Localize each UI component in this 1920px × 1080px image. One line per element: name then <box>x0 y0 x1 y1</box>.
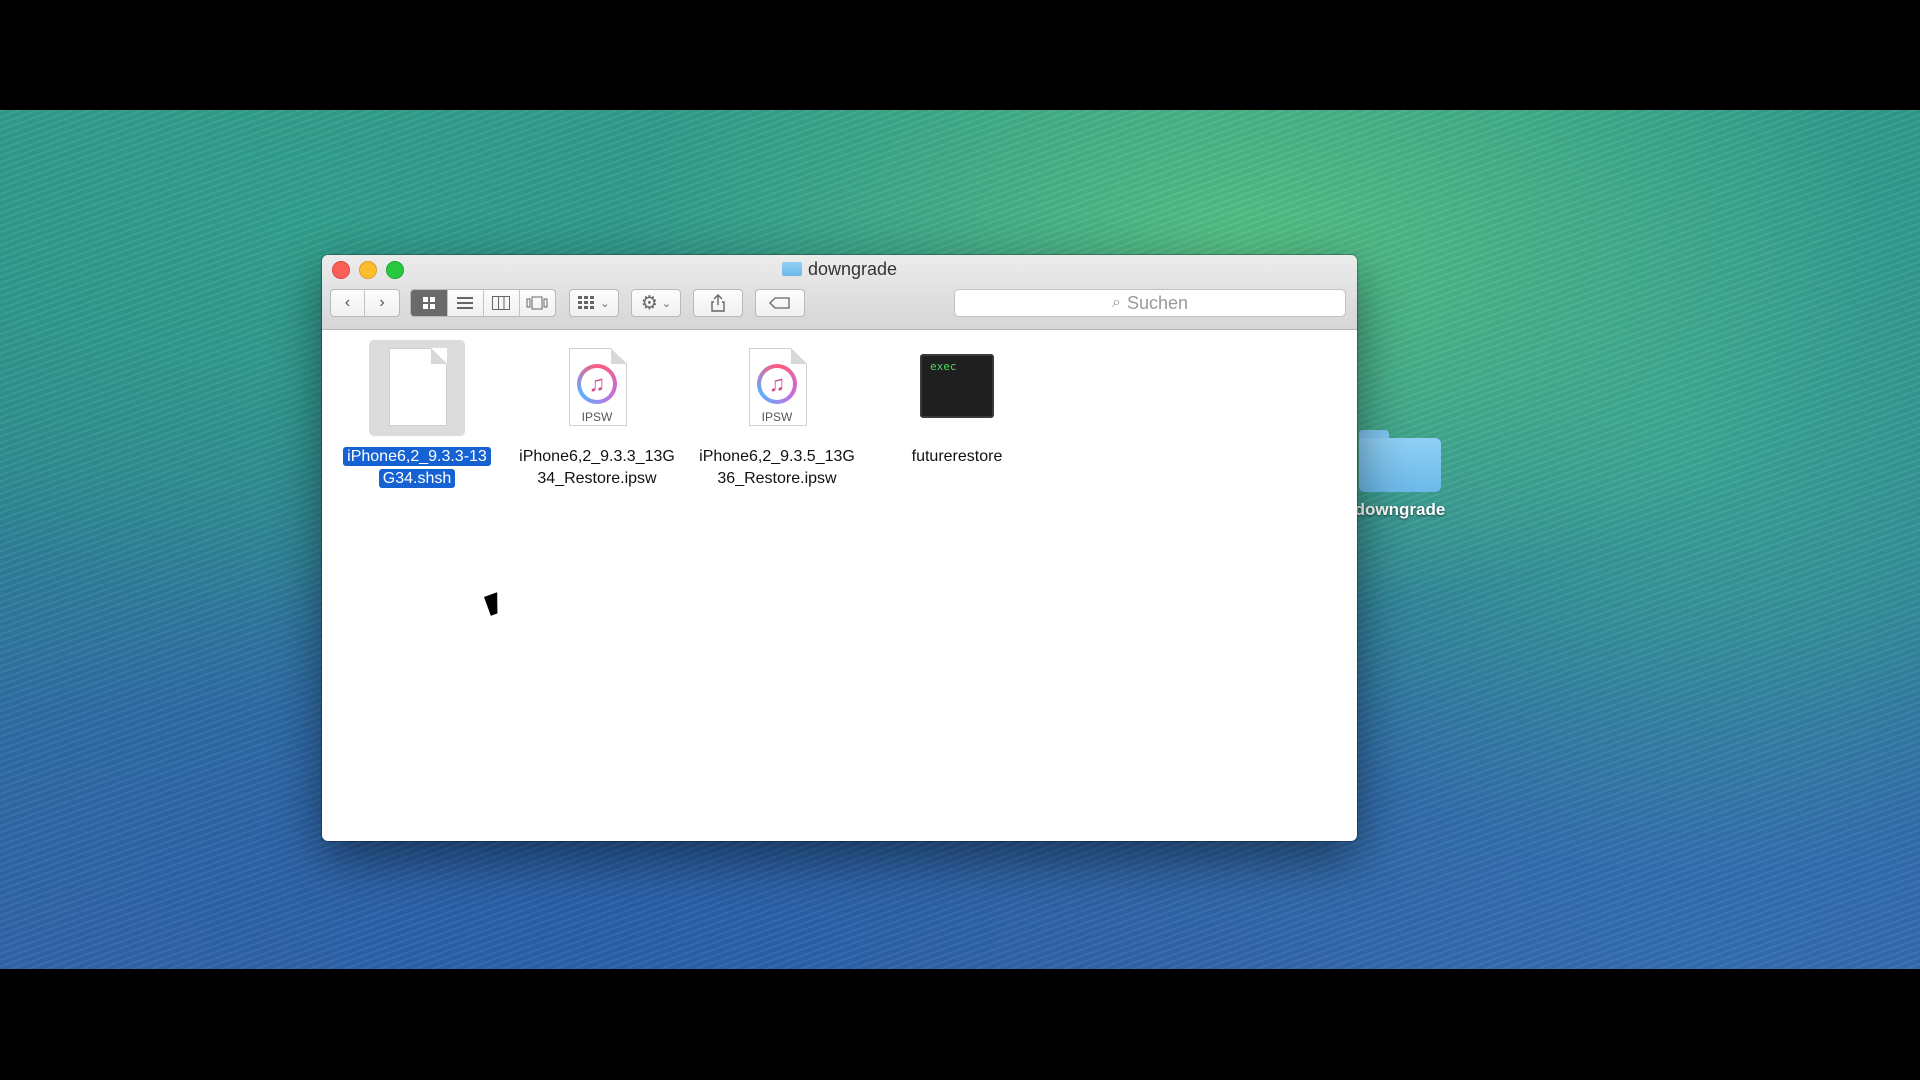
list-view-button[interactable] <box>448 290 484 316</box>
ipsw-file-icon: ♫ IPSW <box>549 340 645 436</box>
tag-icon <box>769 297 790 309</box>
search-field[interactable]: ⌕ Suchen <box>954 289 1346 317</box>
chevron-left-icon: ‹ <box>344 294 351 311</box>
arrange-button[interactable]: ⌄ <box>569 289 619 317</box>
file-name: iPhone6,2_9.3.3_13G34_Restore.ipsw <box>519 448 675 487</box>
list-view-icon <box>457 297 474 309</box>
file-name: iPhone6,2_9.3.5_13G36_Restore.ipsw <box>699 448 855 487</box>
title-toolbar: downgrade ‹ › ⌄ ⚙ ⌄ ⌕ Suchen <box>322 255 1357 330</box>
folder-icon <box>1359 430 1441 492</box>
icon-view-icon <box>422 297 435 309</box>
action-button[interactable]: ⚙ ⌄ <box>631 289 681 317</box>
ipsw-badge: IPSW <box>581 410 613 424</box>
ipsw-badge: IPSW <box>761 410 793 424</box>
letterbox-bottom <box>0 969 1920 1080</box>
share-icon <box>711 294 725 312</box>
icon-view-button[interactable] <box>411 290 448 316</box>
letterbox-top <box>0 0 1920 110</box>
back-forward-control: ‹ › <box>330 289 400 317</box>
view-mode-control <box>410 289 556 317</box>
column-view-button[interactable] <box>484 290 520 316</box>
chevron-down-icon: ⌄ <box>600 297 610 310</box>
file-item[interactable]: exec futurerestore <box>873 340 1041 468</box>
file-name: iPhone6,2_9.3.3-13G34.shsh <box>343 447 491 488</box>
file-area: iPhone6,2_9.3.3-13G34.shsh ♫ IPSW iPhone… <box>322 330 1357 841</box>
window-title: downgrade <box>322 259 1357 280</box>
ipsw-file-icon: ♫ IPSW <box>729 340 825 436</box>
back-button[interactable]: ‹ <box>331 290 366 316</box>
chevron-down-icon: ⌄ <box>661 297 672 310</box>
window-title-text: downgrade <box>807 259 898 279</box>
document-icon <box>369 340 465 436</box>
folder-icon <box>781 262 802 276</box>
column-view-icon <box>492 296 511 310</box>
finder-window: downgrade ‹ › ⌄ ⚙ ⌄ ⌕ Suchen iPhone6,2_9… <box>322 255 1357 841</box>
file-item[interactable]: ♫ IPSW iPhone6,2_9.3.3_13G34_Restore.ips… <box>513 340 681 490</box>
chevron-right-icon: › <box>379 294 385 311</box>
desktop-folder-downgrade[interactable]: downgrade <box>1350 430 1450 520</box>
file-item[interactable]: iPhone6,2_9.3.3-13G34.shsh <box>333 340 501 490</box>
file-item[interactable]: ♫ IPSW iPhone6,2_9.3.5_13G36_Restore.ips… <box>693 340 861 490</box>
search-placeholder: Suchen <box>1126 292 1189 313</box>
search-icon: ⌕ <box>1111 294 1121 311</box>
gear-icon: ⚙ <box>640 292 658 314</box>
music-note-icon: ♫ <box>581 368 613 400</box>
music-note-icon: ♫ <box>761 368 793 400</box>
coverflow-view-button[interactable] <box>520 290 555 316</box>
terminal-exec-icon: exec <box>909 340 1005 436</box>
arrange-grid-icon <box>578 296 595 309</box>
share-button[interactable] <box>693 289 743 317</box>
exec-badge: exec <box>930 360 957 373</box>
tag-button[interactable] <box>755 289 805 317</box>
coverflow-view-icon <box>526 296 548 310</box>
desktop-folder-label: downgrade <box>1354 500 1446 519</box>
forward-button[interactable]: › <box>365 290 399 316</box>
file-name: futurerestore <box>911 448 1003 465</box>
